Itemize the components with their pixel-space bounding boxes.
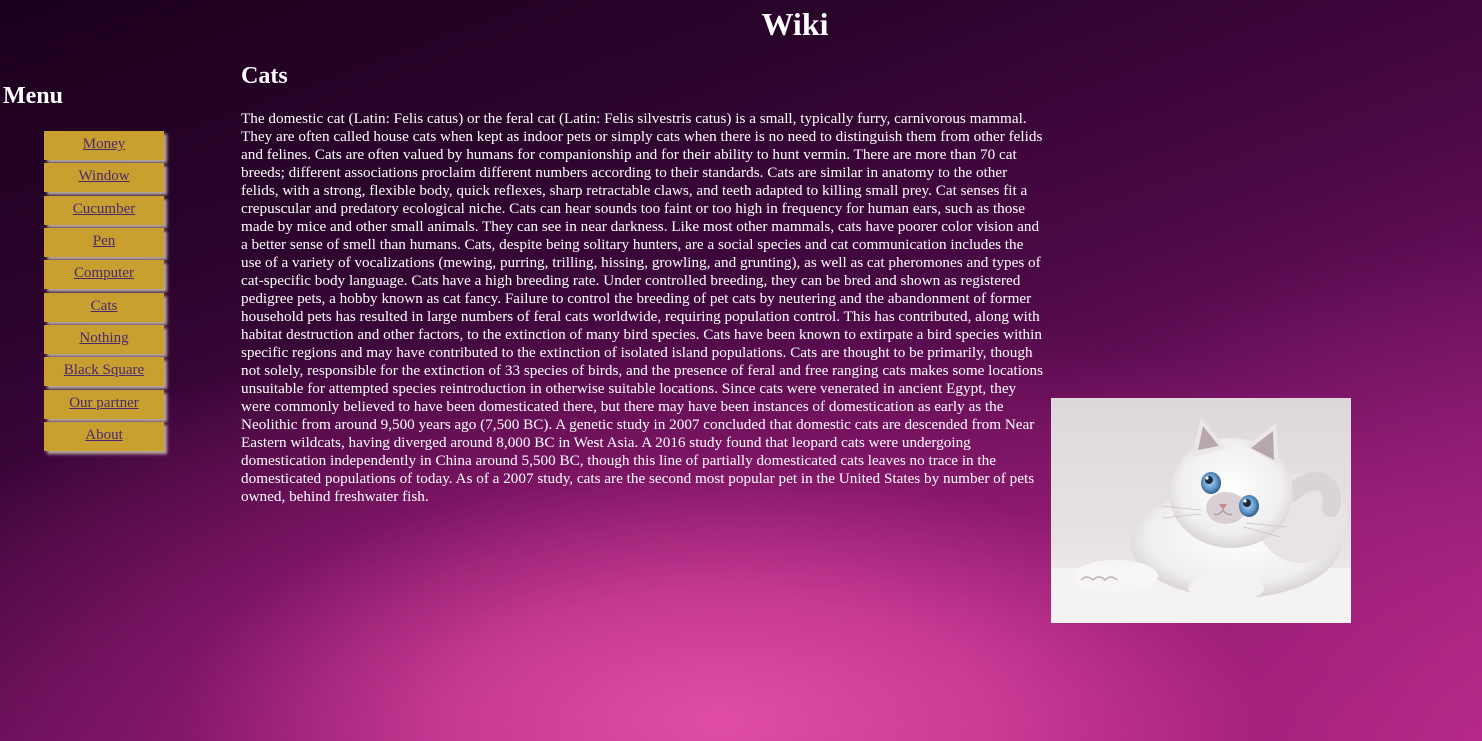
menu-item-window[interactable]: Window xyxy=(44,163,164,193)
site-title: Wiki xyxy=(761,6,829,42)
menu-item-black-square[interactable]: Black Square xyxy=(44,357,164,387)
menu-heading: Menu xyxy=(3,83,63,109)
menu-item-computer[interactable]: Computer xyxy=(44,260,164,290)
article-heading: Cats xyxy=(241,63,288,89)
article-content: The domestic cat (Latin: Felis catus) or… xyxy=(241,110,1351,623)
cat-photo xyxy=(1051,398,1351,623)
menu-item-cucumber[interactable]: Cucumber xyxy=(44,195,164,225)
menu-item-about[interactable]: About xyxy=(44,422,164,452)
sidebar-menu: Money Window Cucumber Pen Computer Cats … xyxy=(44,131,164,454)
menu-item-pen[interactable]: Pen xyxy=(44,228,164,258)
menu-item-our-partner[interactable]: Our partner xyxy=(44,389,164,419)
menu-item-nothing[interactable]: Nothing xyxy=(44,325,164,355)
menu-item-money[interactable]: Money xyxy=(44,131,164,160)
menu-item-cats[interactable]: Cats xyxy=(44,292,164,322)
